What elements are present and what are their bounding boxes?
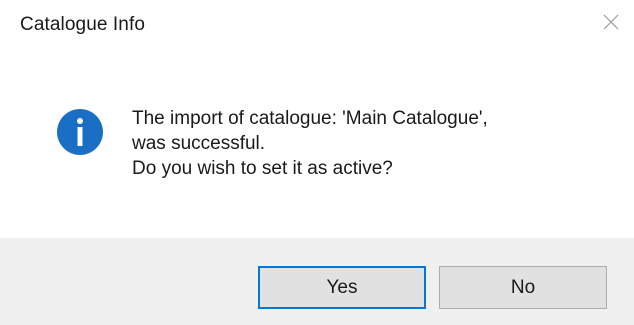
title-bar[interactable]: Catalogue Info [0,0,634,52]
info-icon [57,109,103,155]
dialog-title: Catalogue Info [20,14,145,35]
dialog-message: The import of catalogue: 'Main Catalogue… [132,106,488,181]
no-button[interactable]: No [439,266,607,309]
close-icon [603,14,619,30]
message-line: The import of catalogue: 'Main Catalogue… [132,108,488,129]
button-bar: Yes No [0,238,634,325]
yes-button[interactable]: Yes [258,266,426,309]
message-line: was successful. [132,133,266,154]
dialog-content: The import of catalogue: 'Main Catalogue… [0,52,634,238]
message-dialog: Catalogue Info The import of catalogue: … [0,0,634,325]
close-button[interactable] [588,0,634,44]
message-line: Do you wish to set it as active? [132,158,393,179]
